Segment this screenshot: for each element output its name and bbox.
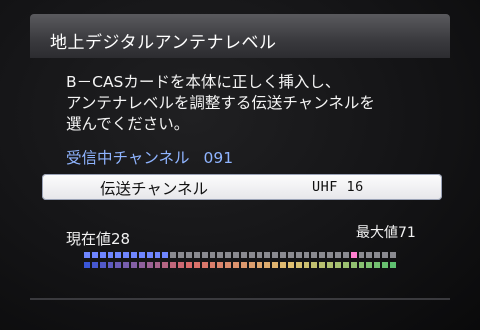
- scale-segment: [123, 262, 130, 268]
- scale-segment: [311, 262, 318, 268]
- meter-segment: [335, 252, 341, 258]
- instruction-line-3: 選んでください。: [66, 115, 190, 133]
- meter-segment: [342, 252, 349, 258]
- scale-segment: [350, 262, 357, 268]
- scale-segment: [91, 262, 98, 268]
- scale-segment: [107, 262, 114, 268]
- page-title: 地上デジタルアンテナレベル: [50, 33, 277, 53]
- meter-segment: [170, 252, 177, 258]
- meter-segment: [280, 252, 286, 258]
- scale-segment: [99, 262, 106, 268]
- scale-segment: [264, 262, 271, 268]
- meter-segment: [272, 252, 279, 258]
- meter-segment: [311, 252, 318, 258]
- meter-segment: [358, 252, 365, 258]
- scale-segment: [240, 262, 247, 268]
- meter-segment: [201, 252, 208, 258]
- meter-segment: [233, 252, 239, 258]
- meter-segment: [248, 252, 255, 258]
- current-value-label: 現在値28: [66, 230, 131, 248]
- meter-segment: [350, 252, 357, 258]
- meter-segment: [115, 252, 122, 258]
- scale-segment: [131, 262, 137, 268]
- transmission-channel-label: 伝送チャンネル: [100, 180, 209, 198]
- signal-level-meter: [84, 252, 396, 258]
- scale-segment: [272, 262, 279, 268]
- scale-segment: [84, 262, 90, 268]
- scale-segment: [170, 262, 177, 268]
- scale-segment: [389, 262, 396, 268]
- scale-segment: [342, 262, 349, 268]
- meter-segment: [91, 252, 98, 258]
- scale-segment: [295, 262, 302, 268]
- scale-segment: [154, 262, 161, 268]
- scale-segment: [280, 262, 286, 268]
- meter-segment: [382, 252, 388, 258]
- scale-segment: [319, 262, 326, 268]
- receiving-channel-number: 091: [203, 149, 234, 167]
- scale-segment: [287, 262, 294, 268]
- meter-segment: [264, 252, 271, 258]
- meter-segment: [327, 252, 333, 258]
- scale-segment: [248, 262, 255, 268]
- instruction-line-1: B－CASカードを本体に正しく挿入し、: [66, 73, 341, 91]
- scale-segment: [225, 262, 232, 268]
- meter-segment: [154, 252, 161, 258]
- scale-segment: [358, 262, 365, 268]
- meter-segment: [107, 252, 114, 258]
- meter-segment: [389, 252, 396, 258]
- meter-segment: [256, 252, 263, 258]
- meter-segment: [123, 252, 130, 258]
- meter-segment: [178, 252, 184, 258]
- signal-scale-bar: [84, 262, 396, 268]
- antenna-level-screen: 地上デジタルアンテナレベル B－CASカードを本体に正しく挿入し、 アンテナレベ…: [0, 0, 480, 330]
- scale-segment: [185, 262, 192, 268]
- scale-segment: [201, 262, 208, 268]
- receiving-channel: 受信中チャンネル 091: [66, 146, 233, 168]
- max-value-label: 最大値71: [356, 225, 416, 241]
- transmission-channel-selector[interactable]: 伝送チャンネル UHF 16: [42, 174, 442, 200]
- scale-segment: [193, 262, 200, 268]
- scale-segment: [162, 262, 169, 268]
- meter-segment: [84, 252, 90, 258]
- meter-segment: [217, 252, 224, 258]
- scale-segment: [115, 262, 122, 268]
- meter-segment: [319, 252, 326, 258]
- scale-segment: [382, 262, 388, 268]
- meter-segment: [131, 252, 137, 258]
- meter-segment: [193, 252, 200, 258]
- scale-segment: [335, 262, 341, 268]
- instruction-text: B－CASカードを本体に正しく挿入し、 アンテナレベルを調整する伝送チャンネルを…: [66, 72, 446, 135]
- bottom-divider: [30, 298, 450, 300]
- scale-segment: [178, 262, 184, 268]
- scale-segment: [217, 262, 224, 268]
- scale-segment: [233, 262, 239, 268]
- transmission-channel-value: UHF 16: [312, 179, 364, 195]
- scale-segment: [138, 262, 145, 268]
- scale-segment: [303, 262, 310, 268]
- scale-segment: [327, 262, 333, 268]
- instruction-line-2: アンテナレベルを調整する伝送チャンネルを: [66, 94, 375, 112]
- scale-segment: [209, 262, 216, 268]
- meter-segment: [99, 252, 106, 258]
- meter-segment: [287, 252, 294, 258]
- scale-segment: [146, 262, 153, 268]
- meter-segment: [138, 252, 145, 258]
- meter-segment: [185, 252, 192, 258]
- scale-segment: [374, 262, 381, 268]
- scale-segment: [366, 262, 373, 268]
- meter-segment: [374, 252, 381, 258]
- receiving-channel-label: 受信中チャンネル: [66, 149, 190, 167]
- meter-segment: [295, 252, 302, 258]
- meter-segment: [162, 252, 169, 258]
- meter-segment: [240, 252, 247, 258]
- scale-segment: [256, 262, 263, 268]
- meter-segment: [225, 252, 232, 258]
- meter-segment: [303, 252, 310, 258]
- meter-segment: [209, 252, 216, 258]
- meter-segment: [366, 252, 373, 258]
- meter-segment: [146, 252, 153, 258]
